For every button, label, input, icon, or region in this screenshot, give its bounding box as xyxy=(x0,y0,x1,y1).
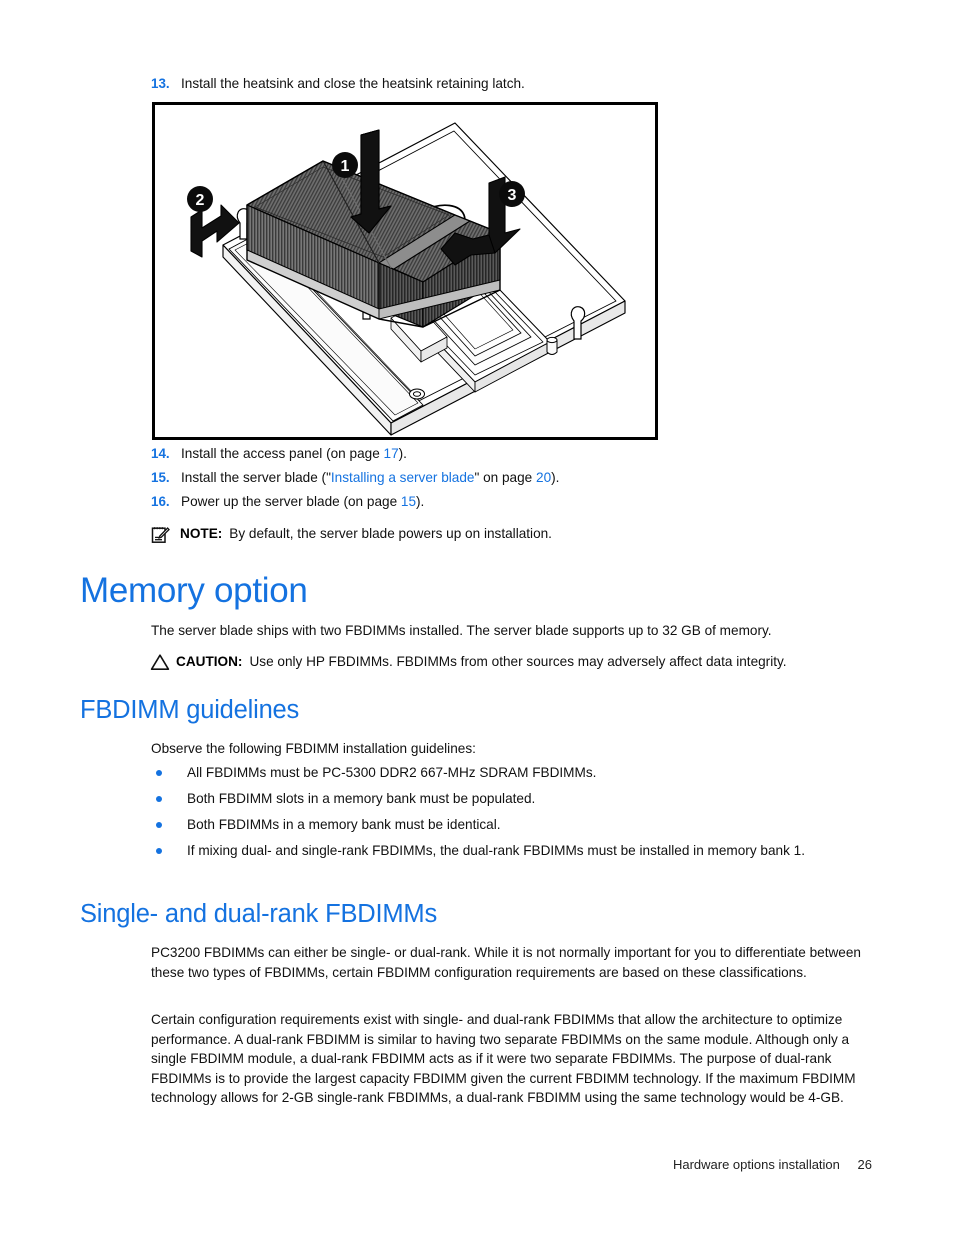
callout-badge-1: 1 xyxy=(332,152,358,178)
note-text: By default, the server blade powers up o… xyxy=(229,526,552,541)
bullet-icon xyxy=(151,815,187,835)
single-dual-rank-paragraph-1: PC3200 FBDIMMs can either be single- or … xyxy=(151,945,861,980)
callout-3-label: 3 xyxy=(508,187,517,204)
note-admonition: NOTE: By default, the server blade power… xyxy=(150,524,870,544)
memory-option-intro: The server blade ships with two FBDIMMs … xyxy=(151,623,772,638)
list-item-text: All FBDIMMs must be PC-5300 DDR2 667-MHz… xyxy=(187,765,597,780)
callout-2-label: 2 xyxy=(196,192,205,209)
step-text: Install the server blade ("Installing a … xyxy=(181,468,559,488)
list-item-text: Both FBDIMMs in a memory bank must be id… xyxy=(187,817,501,832)
note-label: NOTE: xyxy=(180,526,223,541)
section-heading-fbdimm-guidelines: FBDIMM guidelines xyxy=(80,696,300,724)
step-number: 14. xyxy=(151,446,170,461)
caution-text: Use only HP FBDIMMs. FBDIMMs from other … xyxy=(249,654,787,669)
document-page: 13. Install the heatsink and close the h… xyxy=(0,0,954,1235)
list-item: All FBDIMMs must be PC-5300 DDR2 667-MHz… xyxy=(151,763,891,783)
callout-badge-2: 2 xyxy=(187,186,213,212)
bullet-icon xyxy=(151,789,187,809)
step-13: 13. Install the heatsink and close the h… xyxy=(151,74,851,94)
warning-triangle-icon xyxy=(150,653,172,673)
step-text: Power up the server blade (on page 15). xyxy=(181,492,424,512)
step-14: 14. Install the access panel (on page 17… xyxy=(151,444,851,464)
page-title-memory-option: Memory option xyxy=(80,571,308,610)
bullet-icon xyxy=(151,763,187,783)
step-text: Install the access panel (on page 17). xyxy=(181,444,407,464)
list-item: Both FBDIMMs in a memory bank must be id… xyxy=(151,815,891,835)
step-text-run: ). xyxy=(398,446,407,461)
heatsink-illustration-svg: 1 2 3 xyxy=(155,105,655,437)
caution-admonition: CAUTION: Use only HP FBDIMMs. FBDIMMs fr… xyxy=(150,652,890,672)
note-pad-pen-icon xyxy=(150,525,176,545)
section-heading-single-dual-rank: Single- and dual-rank FBDIMMs xyxy=(80,900,438,928)
list-item-text: If mixing dual- and single-rank FBDIMMs,… xyxy=(187,843,805,858)
step-number: 13. xyxy=(151,76,170,91)
step-text-run: Install the access panel (on page xyxy=(181,446,384,461)
step-number: 16. xyxy=(151,494,170,509)
callout-badge-3: 3 xyxy=(499,181,525,207)
list-item-text: Both FBDIMM slots in a memory bank must … xyxy=(187,791,536,806)
step-15: 15. Install the server blade ("Installin… xyxy=(151,468,851,488)
list-item: Both FBDIMM slots in a memory bank must … xyxy=(151,789,891,809)
step-text-run: ). xyxy=(551,470,560,485)
step-text-run: Power up the server blade (on page xyxy=(181,494,401,509)
callout-1-label: 1 xyxy=(341,158,350,175)
footer-section-title: Hardware options installation xyxy=(672,1157,840,1172)
list-item: If mixing dual- and single-rank FBDIMMs,… xyxy=(151,841,891,861)
page-footer: Hardware options installation 26 xyxy=(0,1157,954,1172)
step-text-run: " on page xyxy=(474,470,537,485)
cross-reference-link[interactable]: 20 xyxy=(536,470,551,485)
cross-reference-link[interactable]: Installing a server blade xyxy=(331,470,475,485)
single-dual-rank-paragraph-2: Certain configuration requirements exist… xyxy=(151,1012,856,1106)
step-16: 16. Power up the server blade (on page 1… xyxy=(151,492,851,512)
step-text-run: Install the server blade (" xyxy=(181,470,331,485)
fbdimm-guidelines-intro: Observe the following FBDIMM installatio… xyxy=(151,741,476,756)
step-text-run: ). xyxy=(416,494,425,509)
page-number: 26 xyxy=(857,1157,872,1172)
cross-reference-link[interactable]: 15 xyxy=(401,494,416,509)
bullet-icon xyxy=(151,841,187,861)
heatsink-installation-figure: 1 2 3 xyxy=(152,102,658,440)
step-text: Install the heatsink and close the heats… xyxy=(181,76,525,91)
step-number: 15. xyxy=(151,470,170,485)
caution-label: CAUTION: xyxy=(176,654,243,669)
cross-reference-link[interactable]: 17 xyxy=(384,446,399,461)
